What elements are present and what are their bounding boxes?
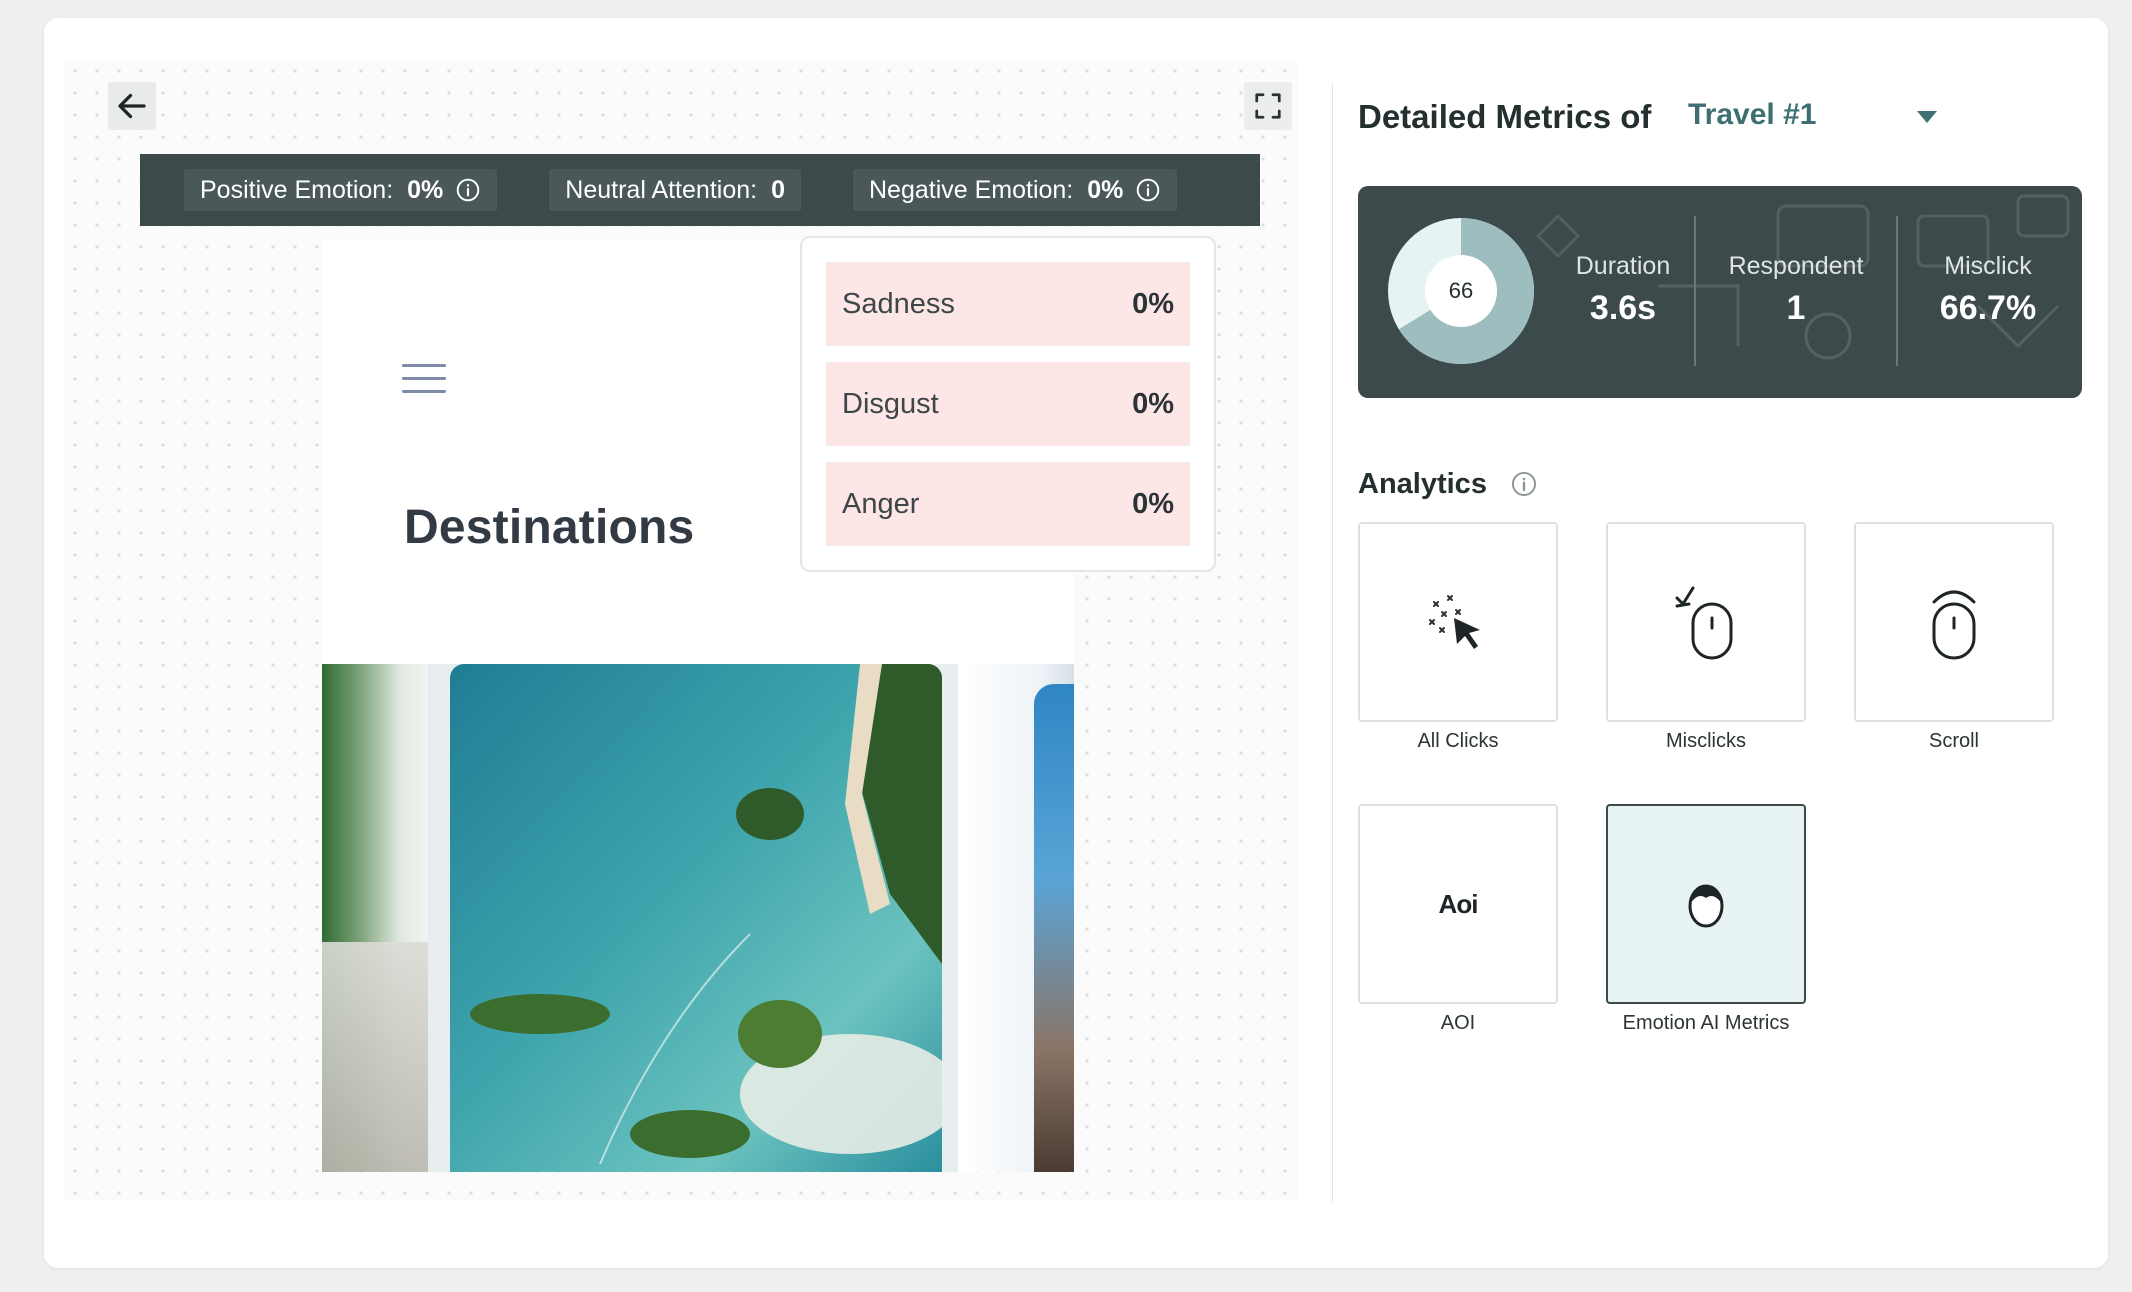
neutral-attention-pill: Neutral Attention: 0 xyxy=(549,169,801,211)
neutral-attention-label: Neutral Attention: xyxy=(565,175,758,204)
back-button[interactable] xyxy=(108,82,156,130)
tile-label: AOI xyxy=(1440,1012,1476,1034)
duration-stat: Duration 3.6s xyxy=(1564,252,1682,328)
tile-label: Emotion AI Metrics xyxy=(1622,1012,1790,1034)
info-icon[interactable] xyxy=(1510,470,1538,498)
expand-icon xyxy=(1255,93,1281,119)
negative-emotion-popover: Sadness 0% Disgust 0% Anger 0% xyxy=(800,236,1216,572)
emotion-label: Sadness xyxy=(842,287,955,320)
stat-divider xyxy=(1896,216,1898,366)
positive-emotion-label: Positive Emotion: xyxy=(200,175,394,204)
misclicks-tile[interactable] xyxy=(1606,522,1806,722)
hamburger-menu-icon xyxy=(402,364,446,398)
scroll-mouse-icon xyxy=(1932,590,1976,660)
misclick-mouse-icon xyxy=(1675,586,1733,660)
info-icon[interactable] xyxy=(455,177,481,203)
misclick-label: Misclick xyxy=(1944,252,2032,280)
chevron-down-icon[interactable] xyxy=(1916,110,1938,124)
emotion-label: Disgust xyxy=(842,387,939,420)
panel-divider xyxy=(1332,82,1333,1202)
negative-emotion-pill[interactable]: Negative Emotion: 0% xyxy=(852,169,1178,211)
image-carousel xyxy=(322,664,1074,1172)
misclick-value: 66.7% xyxy=(1939,289,2037,327)
face-icon xyxy=(1688,884,1724,928)
emotion-row-anger: Anger 0% xyxy=(826,462,1190,546)
respondent-value: 1 xyxy=(1786,289,1806,327)
tile-label: Scroll xyxy=(1928,730,1979,752)
negative-emotion-value: 0% xyxy=(1087,175,1124,204)
carousel-slide-current xyxy=(450,664,942,1172)
scroll-tile[interactable] xyxy=(1854,522,2054,722)
metrics-title: Detailed Metrics of xyxy=(1358,98,1652,135)
all-clicks-tile[interactable] xyxy=(1358,522,1558,722)
task-select[interactable]: Travel #1 xyxy=(1688,98,1816,132)
info-icon[interactable] xyxy=(1135,177,1161,203)
neutral-attention-value: 0 xyxy=(771,175,785,204)
positive-emotion-value: 0% xyxy=(407,175,444,204)
duration-value: 3.6s xyxy=(1589,289,1657,327)
analytics-title: Analytics xyxy=(1358,468,1487,500)
emotion-row-disgust: Disgust 0% xyxy=(826,362,1190,446)
aerial-island-image xyxy=(450,664,942,1172)
tile-label: All Clicks xyxy=(1417,730,1499,752)
clicks-icon xyxy=(1429,595,1480,649)
stats-card: 66 Duration 3.6s Respondent 1 Misclick 6… xyxy=(1358,186,2082,398)
emotion-row-sadness: Sadness 0% xyxy=(826,262,1190,346)
donut-value: 66 xyxy=(1448,278,1474,303)
page-title: Destinations xyxy=(404,501,695,554)
duration-label: Duration xyxy=(1575,252,1671,280)
respondent-label: Respondent xyxy=(1728,252,1864,280)
tile-label: Misclicks xyxy=(1666,730,1746,752)
positive-emotion-pill: Positive Emotion: 0% xyxy=(184,169,498,211)
stat-divider xyxy=(1694,216,1696,366)
emotion-ai-tile[interactable] xyxy=(1606,804,1806,1004)
emotion-value: 0% xyxy=(1132,287,1174,320)
emotion-summary-bar: Positive Emotion: 0% Neutral Attention: … xyxy=(140,154,1260,226)
emotion-value: 0% xyxy=(1132,487,1174,520)
respondent-stat: Respondent 1 xyxy=(1726,252,1866,328)
fullscreen-button[interactable] xyxy=(1244,82,1292,130)
aoi-tile[interactable]: Aoi xyxy=(1358,804,1558,1004)
emotion-label: Anger xyxy=(842,487,920,520)
emotion-value: 0% xyxy=(1132,387,1174,420)
misclick-stat: Misclick 66.7% xyxy=(1928,252,2048,328)
negative-emotion-label: Negative Emotion: xyxy=(868,175,1074,204)
aoi-icon: Aoi xyxy=(1438,888,1479,919)
carousel-slide-prev xyxy=(322,664,432,1172)
carousel-slide-next xyxy=(962,664,1074,1172)
arrow-left-icon xyxy=(118,93,146,119)
